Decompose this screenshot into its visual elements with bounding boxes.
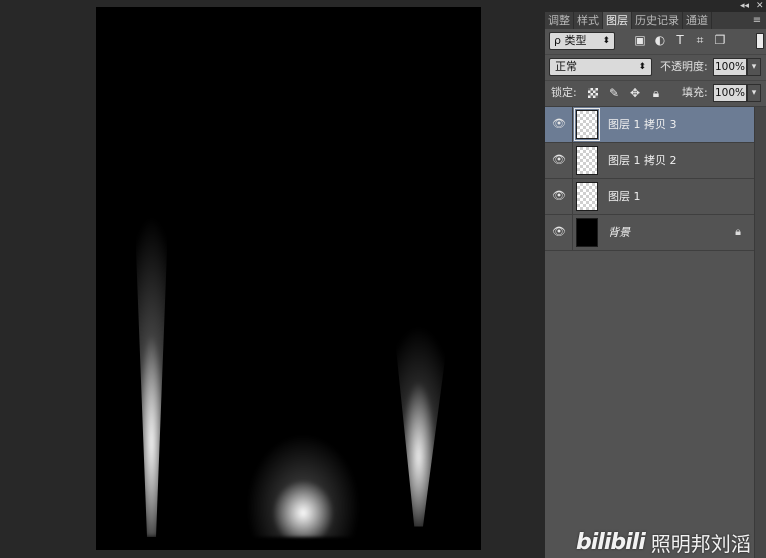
lock-icon: 🔒︎ (735, 225, 741, 238)
smart-object-filter-icon[interactable]: ❐ (713, 32, 727, 48)
workspace (0, 0, 545, 558)
light-beam-center (236, 387, 376, 537)
eye-visibility-icon[interactable]: 👁︎ (551, 225, 567, 239)
close-panel-icon[interactable]: ✕ (756, 0, 764, 12)
opacity-dropdown-icon[interactable]: ▾ (747, 58, 761, 76)
layer-row-layer1[interactable]: 👁︎ 图层 1 (545, 179, 754, 215)
light-beam-left (132, 147, 171, 537)
filter-row: ρ 类型 ⬍ ▣ ◐ T ⌗ ❐ (545, 29, 766, 55)
layer-name: 图层 1 拷贝 2 (608, 154, 677, 167)
updown-arrow-icon: ⬍ (638, 62, 646, 72)
opacity-input[interactable]: 100% (713, 58, 747, 76)
eye-visibility-icon[interactable]: 👁︎ (551, 189, 567, 203)
type-filter-icon[interactable]: T (673, 32, 687, 48)
layer-name: 图层 1 拷贝 3 (608, 118, 677, 131)
panel-menu-icon[interactable]: ≡ (750, 12, 764, 29)
lock-row: 锁定: ✎ ✥ 🔒︎ 填充: 100% ▾ (545, 81, 766, 107)
blend-mode-select[interactable]: 正常 ⬍ (549, 58, 652, 76)
layer-thumbnail (576, 218, 598, 247)
tab-adjustments[interactable]: 调整 (545, 12, 574, 29)
shape-filter-icon[interactable]: ⌗ (693, 32, 707, 48)
filter-toggle-switch[interactable] (756, 33, 764, 49)
blend-mode-value: 正常 (555, 60, 577, 73)
lock-position-move-icon[interactable]: ✥ (627, 84, 643, 102)
eye-visibility-icon[interactable]: 👁︎ (551, 153, 567, 167)
layers-panel: ◂◂ ✕ 调整 样式 图层 历史记录 通道 ≡ ρ 类型 ⬍ ▣ ◐ T ⌗ ❐… (545, 0, 766, 558)
lock-label: 锁定: (551, 86, 577, 99)
layer-thumbnail (576, 146, 598, 175)
tab-styles[interactable]: 样式 (574, 12, 603, 29)
layer-row-copy2[interactable]: 👁︎ 图层 1 拷贝 2 (545, 143, 754, 179)
filter-icons: ▣ ◐ T ⌗ ❐ (633, 32, 727, 48)
tab-history[interactable]: 历史记录 (632, 12, 683, 29)
eye-visibility-icon[interactable]: 👁︎ (551, 117, 567, 131)
lock-all-icon[interactable]: 🔒︎ (648, 84, 664, 102)
opacity-label: 不透明度: (660, 60, 708, 73)
layers-list: 👁︎ 图层 1 拷贝 3 👁︎ 图层 1 拷贝 2 👁︎ 图层 1 👁︎ 背景 … (545, 107, 754, 251)
layers-scrollbar[interactable] (754, 107, 766, 558)
tab-layers[interactable]: 图层 (603, 12, 632, 29)
layer-name: 图层 1 (608, 190, 641, 203)
lock-icons: ✎ ✥ 🔒︎ (585, 84, 664, 102)
updown-arrow-icon: ⬍ (602, 36, 610, 46)
watermark: bilibili 照明邦刘滔 (576, 528, 751, 556)
image-filter-icon[interactable]: ▣ (633, 32, 647, 48)
tab-channels[interactable]: 通道 (683, 12, 712, 29)
fill-dropdown-icon[interactable]: ▾ (747, 84, 761, 102)
blend-row: 正常 ⬍ 不透明度: 100% ▾ (545, 55, 766, 81)
bilibili-logo: bilibili (576, 529, 646, 555)
lock-pixels-brush-icon[interactable]: ✎ (606, 84, 622, 102)
panel-topbar: ◂◂ ✕ (545, 0, 766, 12)
layer-name: 背景 (608, 226, 630, 239)
lock-transparency-icon[interactable] (585, 84, 601, 102)
layer-thumbnail (576, 182, 598, 211)
panel-tabs: 调整 样式 图层 历史记录 通道 (545, 12, 766, 29)
collapse-panel-icon[interactable]: ◂◂ (740, 0, 749, 12)
document-canvas[interactable] (96, 7, 481, 550)
fill-label: 填充: (682, 86, 708, 99)
layer-row-copy3[interactable]: 👁︎ 图层 1 拷贝 3 (545, 107, 754, 143)
filter-kind-label: ρ 类型 (554, 34, 587, 47)
filter-kind-select[interactable]: ρ 类型 ⬍ (549, 32, 615, 50)
fill-input[interactable]: 100% (713, 84, 747, 102)
layer-row-background[interactable]: 👁︎ 背景 🔒︎ (545, 215, 754, 251)
watermark-text: 照明邦刘滔 (650, 531, 751, 556)
layer-thumbnail (574, 108, 600, 141)
adjustment-filter-icon[interactable]: ◐ (653, 32, 667, 48)
